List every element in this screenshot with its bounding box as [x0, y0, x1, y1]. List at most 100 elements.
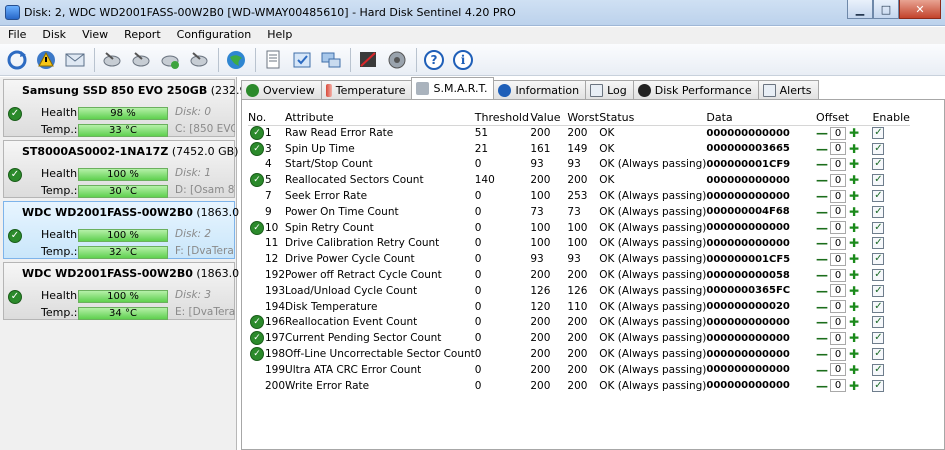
offset-minus-button[interactable]: —: [816, 237, 828, 249]
tab-smart[interactable]: S.M.A.R.T.: [411, 77, 495, 99]
offset-minus-button[interactable]: —: [816, 332, 828, 344]
offset-field[interactable]: 0: [830, 363, 847, 377]
disk-item[interactable]: WDC WD2001FASS-00W2B0 (1863.0 GB) ✓ Health…: [3, 262, 263, 320]
tab-disk-performance[interactable]: Disk Performance: [632, 80, 759, 99]
table-row[interactable]: 12 Drive Power Cycle Count 0 93 93 OK (Always…: [248, 251, 910, 267]
disk-item[interactable]: Samsung SSD 850 EVO 250GB (232.9 GB)✓ Hea…: [3, 79, 270, 137]
offset-field[interactable]: 0: [830, 221, 847, 235]
offset-field[interactable]: 0: [830, 379, 847, 393]
refresh-icon[interactable]: [5, 48, 29, 72]
table-row[interactable]: ✓ 197 Current Pending Sector Count 0 200 200 O…: [248, 330, 910, 346]
tab-overview[interactable]: Overview: [241, 80, 322, 99]
enable-checkbox[interactable]: ✓: [872, 142, 885, 155]
enable-checkbox[interactable]: ✓: [872, 221, 885, 234]
tab-log[interactable]: Log: [585, 80, 634, 99]
disk-test-2-icon[interactable]: [129, 48, 153, 72]
offset-field[interactable]: 0: [830, 284, 847, 298]
offset-field[interactable]: 0: [830, 126, 847, 140]
offset-plus-button[interactable]: ✚: [848, 316, 860, 328]
offset-plus-button[interactable]: ✚: [848, 143, 860, 155]
offset-field[interactable]: 0: [830, 315, 847, 329]
offset-plus-button[interactable]: ✚: [848, 380, 860, 392]
table-row[interactable]: ✓ 1 Raw Read Error Rate 51 200 200 OK 000000000…: [248, 125, 910, 141]
offset-plus-button[interactable]: ✚: [848, 158, 860, 170]
enable-checkbox[interactable]: ✓: [872, 363, 885, 376]
tab-alerts[interactable]: Alerts: [757, 80, 819, 99]
col-offset[interactable]: Offset: [816, 111, 873, 126]
offset-minus-button[interactable]: —: [816, 127, 828, 139]
offset-minus-button[interactable]: —: [816, 253, 828, 265]
table-row[interactable]: 193 Load/Unload Cycle Count 0 126 126 OK (Alw…: [248, 283, 910, 299]
offset-plus-button[interactable]: ✚: [848, 174, 860, 186]
enable-checkbox[interactable]: ✓: [872, 205, 885, 218]
alert-icon[interactable]: [34, 48, 58, 72]
web-icon[interactable]: [224, 48, 248, 72]
menu-file[interactable]: File: [0, 27, 34, 44]
enable-checkbox[interactable]: ✓: [872, 253, 885, 266]
offset-minus-button[interactable]: —: [816, 301, 828, 313]
table-row[interactable]: 192 Power off Retract Cycle Count 0 200 200 O…: [248, 267, 910, 283]
offset-minus-button[interactable]: —: [816, 348, 828, 360]
enable-checkbox[interactable]: ✓: [872, 379, 885, 392]
close-button[interactable]: ✕: [899, 0, 941, 19]
table-row[interactable]: 11 Drive Calibration Retry Count 0 100 100 OK…: [248, 236, 910, 252]
table-row[interactable]: 194 Disk Temperature 0 120 110 OK (Always pas…: [248, 299, 910, 315]
table-row[interactable]: 200 Write Error Rate 0 200 200 OK (Always pas…: [248, 378, 910, 394]
col-data[interactable]: Data: [706, 111, 817, 126]
table-row[interactable]: ✓ 198 Off-Line Uncorrectable Sector Count 0…: [248, 346, 910, 362]
disk-test-3-icon[interactable]: [158, 48, 182, 72]
col-no[interactable]: No.: [248, 111, 286, 126]
enable-checkbox[interactable]: ✓: [872, 269, 885, 282]
enable-checkbox[interactable]: ✓: [872, 348, 885, 361]
table-row[interactable]: ✓ 3 Spin Up Time 21 161 149 OK 000000003665—0 ✚ ✓: [248, 141, 910, 157]
enable-checkbox[interactable]: ✓: [872, 237, 885, 250]
table-row[interactable]: ✓ 196 Reallocation Event Count 0 200 200 OK (A…: [248, 315, 910, 331]
col-status[interactable]: Status: [599, 111, 707, 126]
offset-field[interactable]: 0: [830, 189, 847, 203]
report-icon[interactable]: [261, 48, 285, 72]
offset-minus-button[interactable]: —: [816, 380, 828, 392]
offset-minus-button[interactable]: —: [816, 174, 828, 186]
offset-plus-button[interactable]: ✚: [848, 364, 860, 376]
menu-view[interactable]: View: [74, 27, 116, 44]
offset-minus-button[interactable]: —: [816, 158, 828, 170]
offset-plus-button[interactable]: ✚: [848, 348, 860, 360]
offset-minus-button[interactable]: —: [816, 285, 828, 297]
enable-checkbox[interactable]: ✓: [872, 316, 885, 329]
offset-plus-button[interactable]: ✚: [848, 127, 860, 139]
disk-item[interactable]: ST8000AS0002-1NA17Z (7452.0 GB) ✓ Health: 1…: [3, 140, 238, 198]
enable-checkbox[interactable]: ✓: [872, 190, 885, 203]
offset-minus-button[interactable]: —: [816, 364, 828, 376]
offset-minus-button[interactable]: —: [816, 269, 828, 281]
col-worst[interactable]: Worst: [567, 111, 600, 126]
schedule-icon[interactable]: [290, 48, 314, 72]
menu-report[interactable]: Report: [116, 27, 168, 44]
enable-checkbox[interactable]: ✓: [872, 284, 885, 297]
offset-plus-button[interactable]: ✚: [848, 190, 860, 202]
disk-item[interactable]: WDC WD2001FASS-00W2B0 (1863.0 GB) ✓ Health…: [3, 201, 263, 259]
menu-help[interactable]: Help: [259, 27, 300, 44]
offset-field[interactable]: 0: [830, 347, 847, 361]
maximize-button[interactable]: □: [873, 0, 899, 19]
offset-field[interactable]: 0: [830, 157, 847, 171]
offset-field[interactable]: 0: [830, 205, 847, 219]
minimize-button[interactable]: ▁: [847, 0, 873, 19]
tab-temperature[interactable]: Temperature: [320, 80, 413, 99]
col-enable[interactable]: Enable: [872, 111, 910, 126]
enable-checkbox[interactable]: ✓: [872, 332, 885, 345]
offset-minus-button[interactable]: —: [816, 206, 828, 218]
col-attribute[interactable]: Attribute: [285, 111, 475, 126]
offset-plus-button[interactable]: ✚: [848, 206, 860, 218]
col-value[interactable]: Value: [530, 111, 568, 126]
offset-minus-button[interactable]: —: [816, 222, 828, 234]
offset-plus-button[interactable]: ✚: [848, 253, 860, 265]
offset-field[interactable]: 0: [830, 173, 847, 187]
offset-minus-button[interactable]: —: [816, 143, 828, 155]
enable-checkbox[interactable]: ✓: [872, 158, 885, 171]
offset-field[interactable]: 0: [830, 142, 847, 156]
help-icon[interactable]: ?: [422, 48, 446, 72]
offset-plus-button[interactable]: ✚: [848, 301, 860, 313]
info-icon[interactable]: i: [451, 48, 475, 72]
enable-checkbox[interactable]: ✓: [872, 300, 885, 313]
disk-test-4-icon[interactable]: [187, 48, 211, 72]
